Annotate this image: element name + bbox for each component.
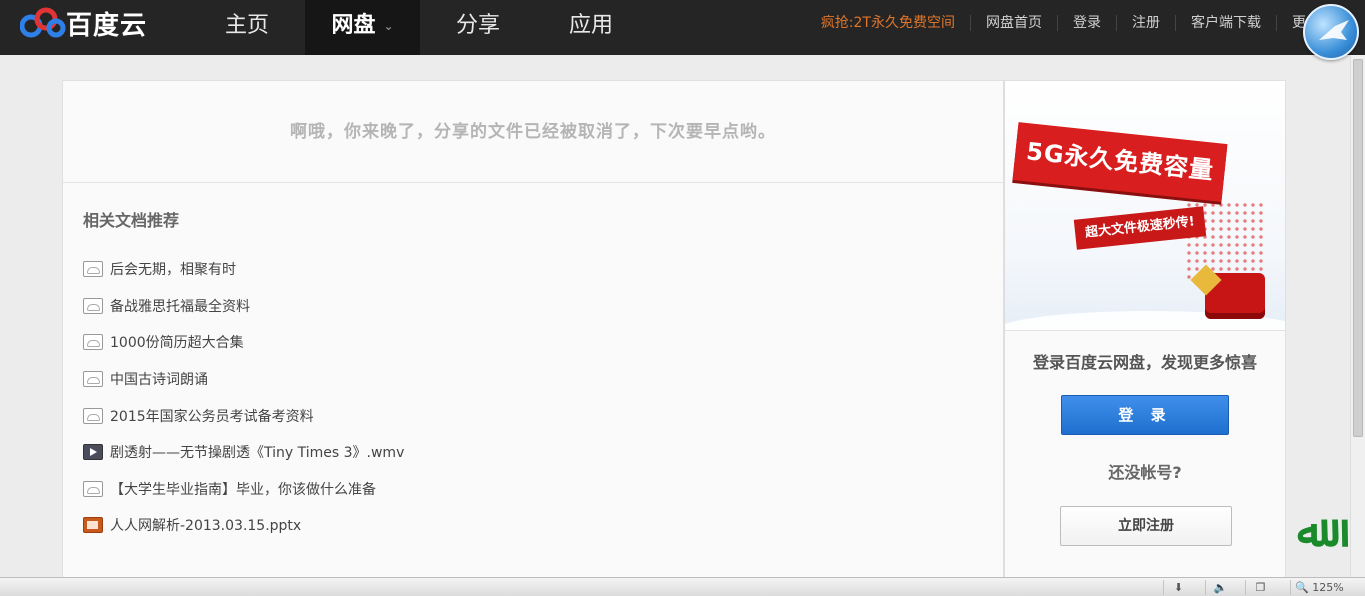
list-item[interactable]: 【大学生毕业指南】毕业，你该做什么准备 xyxy=(83,471,983,508)
doc-label: 后会无期，相聚有时 xyxy=(110,262,236,279)
doc-label: 【大学生毕业指南】毕业，你该做什么准备 xyxy=(110,481,376,498)
cloud-file-icon xyxy=(83,334,103,351)
video-file-icon xyxy=(83,444,103,461)
list-item[interactable]: 人人网解析-2013.03.15.pptx xyxy=(83,507,983,544)
share-cancelled-notice: 啊哦，你来晚了，分享的文件已经被取消了，下次要早点哟。 xyxy=(63,81,1003,183)
netdisk-home-link[interactable]: 网盘首页 xyxy=(970,15,1057,31)
baidu-cloud-logo[interactable]: 百度云 xyxy=(20,5,147,41)
doc-label: 剧透射——无节操剧透《Tiny Times 3》.wmv xyxy=(110,445,405,462)
list-item[interactable]: 后会无期，相聚有时 xyxy=(83,251,983,288)
doc-label: 人人网解析-2013.03.15.pptx xyxy=(110,518,302,535)
list-item[interactable]: 1000份简历超大合集 xyxy=(83,324,983,361)
top-links: 疯抢:2T永久免费空间 网盘首页 登录 注册 客户端下载 更多 xyxy=(806,0,1365,46)
doc-label: 1000份简历超大合集 xyxy=(110,335,244,352)
cloud-file-icon xyxy=(83,297,103,314)
browser-statusbar: ⬇ 🔈 ❐ 🔍 125% ▾ xyxy=(0,577,1365,596)
top-navbar: 百度云 主页 网盘 ⌄ 分享 应用 疯抢:2T永久免费空间 网盘首页 登录 注册 … xyxy=(0,0,1365,55)
nav-share[interactable]: 分享 xyxy=(421,0,535,55)
login-button[interactable]: 登 录 xyxy=(1061,395,1229,435)
cloud-logo-icon xyxy=(20,7,66,38)
window-icon[interactable]: ❐ xyxy=(1245,580,1275,595)
login-link[interactable]: 登录 xyxy=(1057,15,1116,31)
list-item[interactable]: 剧透射——无节操剧透《Tiny Times 3》.wmv xyxy=(83,434,983,471)
logo-text: 百度云 xyxy=(66,10,148,41)
promo-link[interactable]: 疯抢:2T永久免费空间 xyxy=(806,15,970,31)
scrollbar-thumb[interactable] xyxy=(1353,59,1363,437)
list-item[interactable]: 2015年国家公务员考试备考资料 xyxy=(83,397,983,434)
bird-icon xyxy=(1319,20,1349,40)
zoom-level[interactable]: 🔍 125% ▾ xyxy=(1290,580,1350,595)
register-button[interactable]: 立即注册 xyxy=(1060,506,1232,546)
client-download-link[interactable]: 客户端下载 xyxy=(1175,15,1276,31)
nav-netdisk[interactable]: 网盘 ⌄ xyxy=(305,0,420,55)
cloud-file-icon xyxy=(83,480,103,497)
doc-label: 中国古诗词朗诵 xyxy=(110,372,208,389)
no-account-text: 还没帐号? xyxy=(1108,463,1182,482)
related-docs-title: 相关文档推荐 xyxy=(83,211,180,230)
nav-apps[interactable]: 应用 xyxy=(535,0,647,55)
chevron-down-icon: ⌄ xyxy=(383,19,394,33)
cloud-file-icon xyxy=(83,371,103,388)
ad-headline: 5G永久免费容量 xyxy=(1012,122,1228,202)
zoom-value: 125% xyxy=(1312,581,1344,594)
login-prompt: 登录百度云网盘，发现更多惊喜 xyxy=(1032,353,1257,372)
list-item[interactable]: 备战雅思托福最全资料 xyxy=(83,288,983,325)
doc-label: 备战雅思托福最全资料 xyxy=(110,298,250,315)
calligraphy-watermark: ﷲ xyxy=(1297,506,1323,557)
download-icon[interactable]: ⬇ xyxy=(1163,580,1193,595)
bird-badge-icon[interactable] xyxy=(1303,4,1359,60)
main-panel: 啊哦，你来晚了，分享的文件已经被取消了，下次要早点哟。 相关文档推荐 后会无期，… xyxy=(62,80,1004,580)
doc-label: 2015年国家公务员考试备考资料 xyxy=(110,408,314,425)
promo-ad-banner[interactable]: 5G永久免费容量 超大文件极速秒传! xyxy=(1005,81,1285,331)
related-docs: 相关文档推荐 后会无期，相聚有时 备战雅思托福最全资料 1000份简历超大合集 … xyxy=(63,183,1003,568)
ppt-file-icon xyxy=(83,517,103,534)
nav-netdisk-label: 网盘 xyxy=(331,13,376,38)
list-item[interactable]: 中国古诗词朗诵 xyxy=(83,361,983,398)
register-link[interactable]: 注册 xyxy=(1116,15,1175,31)
login-sidebar: 5G永久免费容量 超大文件极速秒传! 登录百度云网盘，发现更多惊喜 登 录 还没… xyxy=(1004,80,1286,580)
cloud-file-icon xyxy=(83,261,103,278)
nav-home[interactable]: 主页 xyxy=(190,0,304,55)
cloud-file-icon xyxy=(83,407,103,424)
volume-icon[interactable]: 🔈 xyxy=(1205,580,1235,595)
